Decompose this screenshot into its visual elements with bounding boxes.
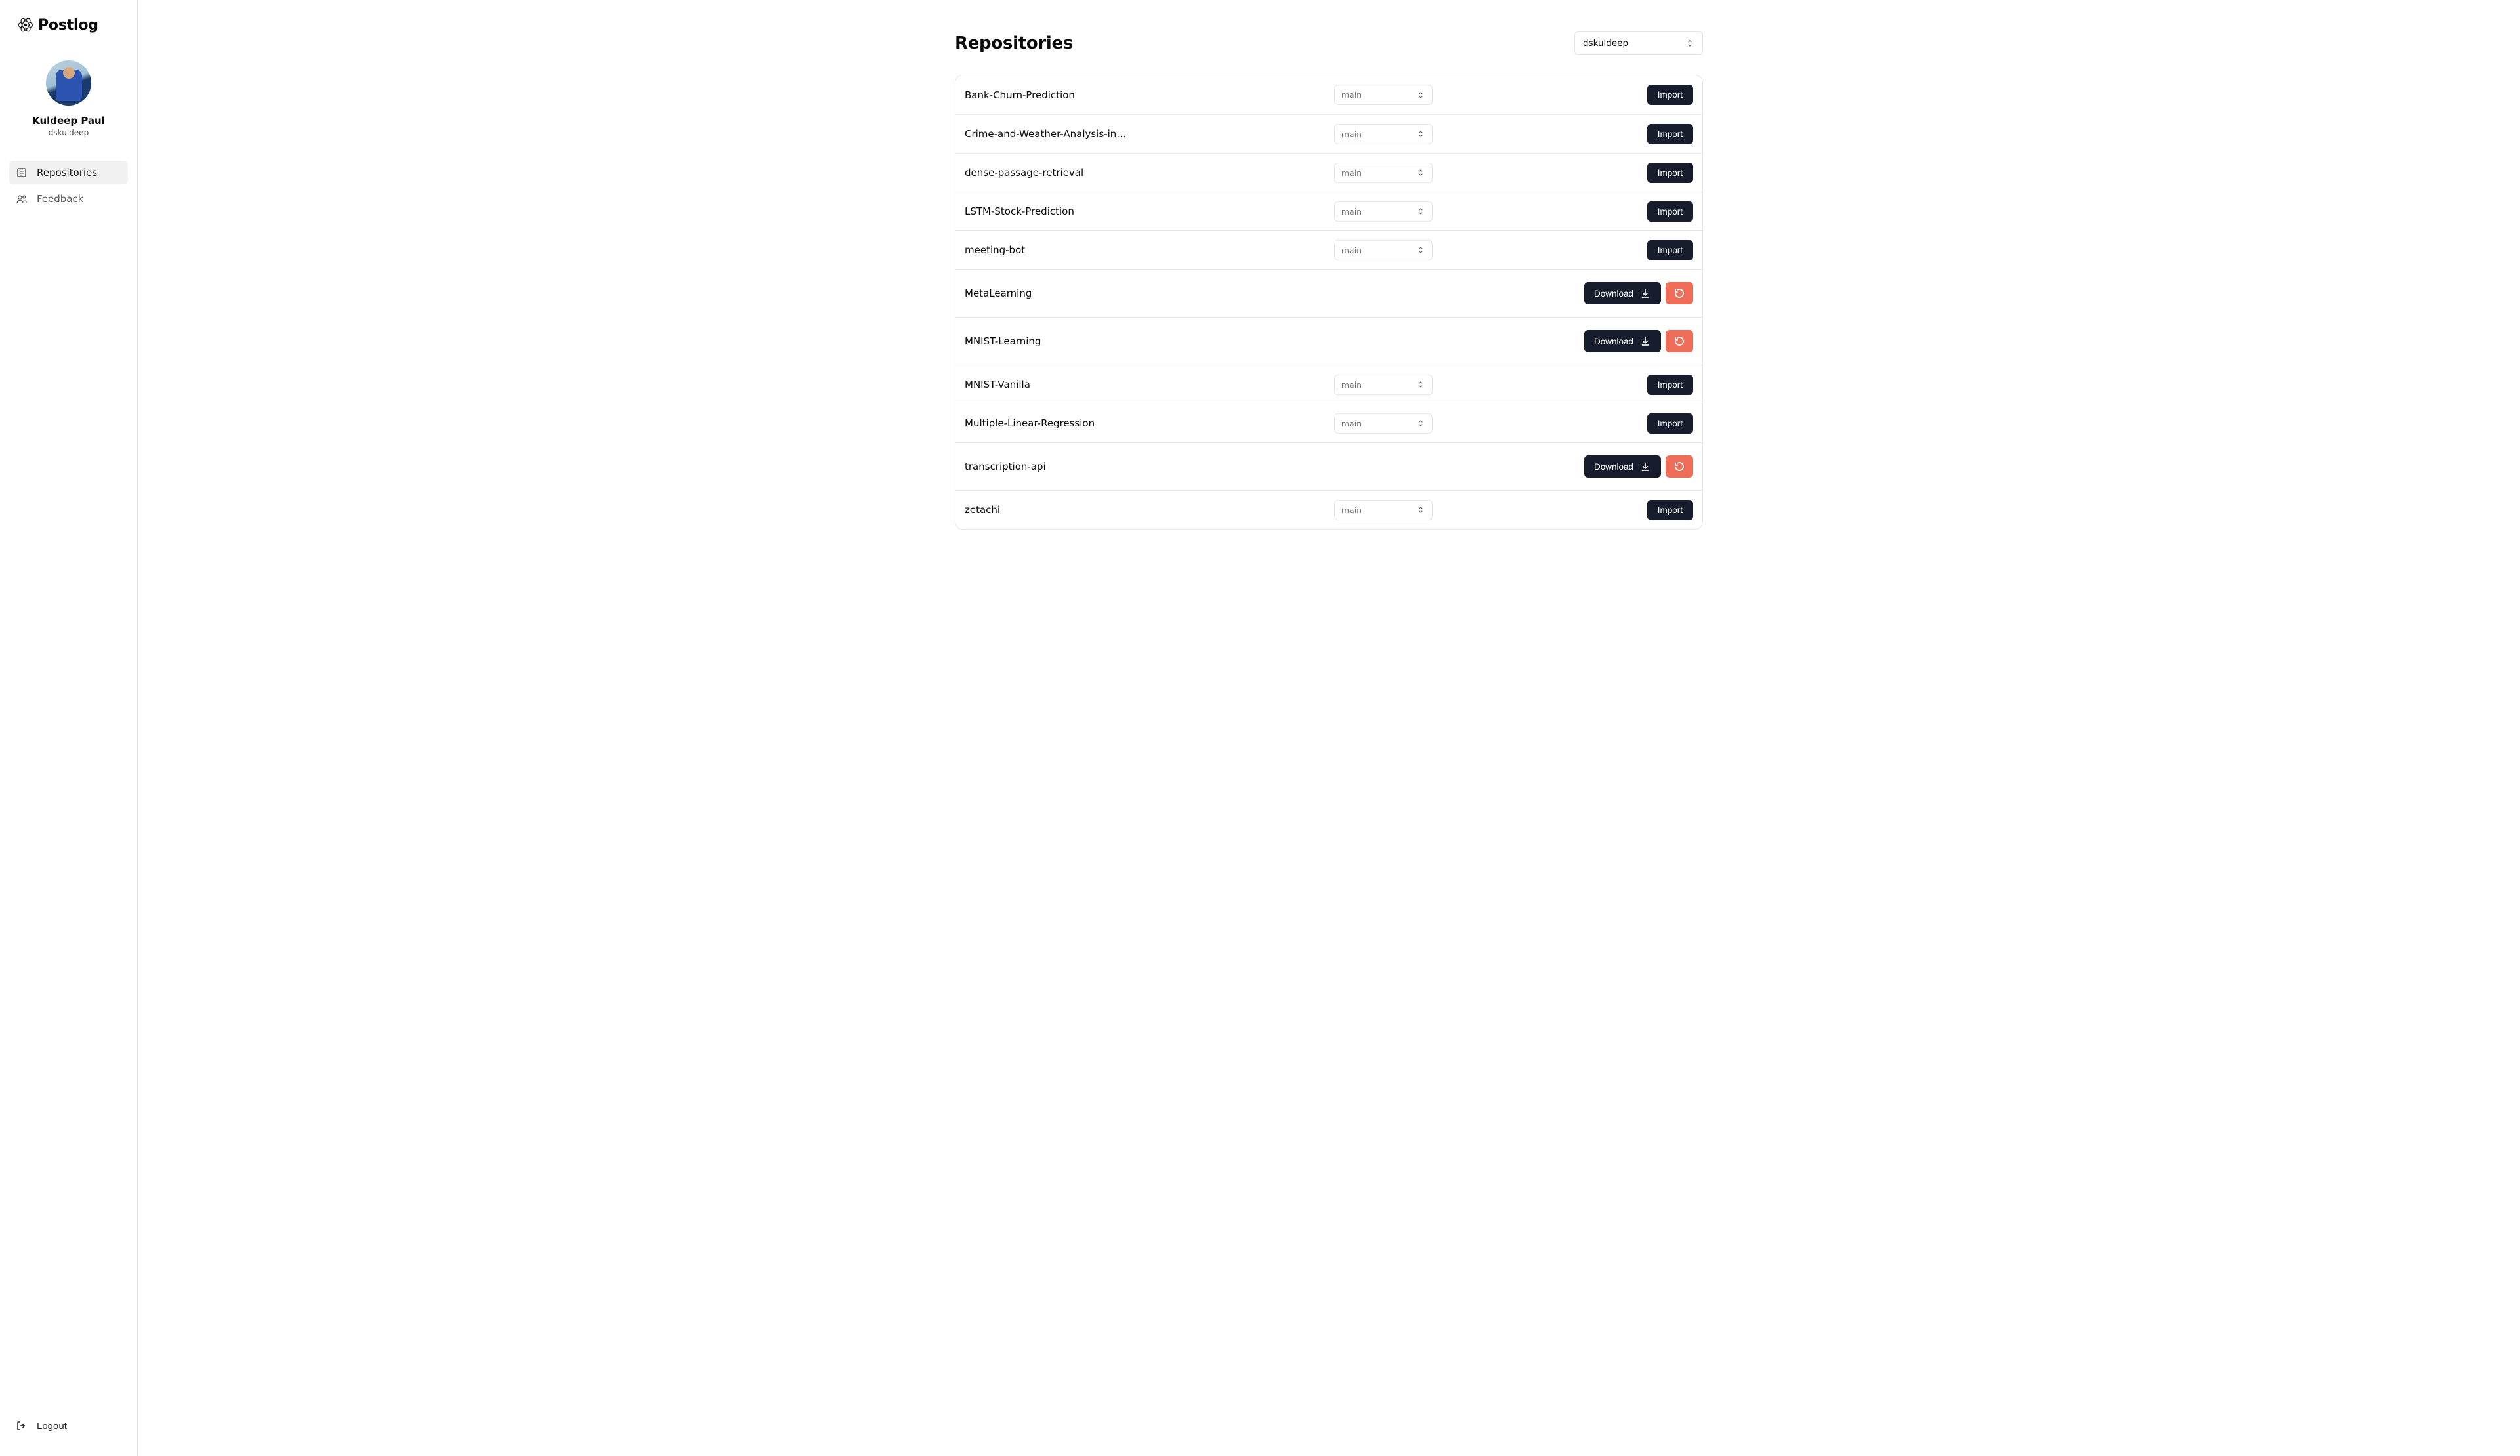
branch-label: main: [1341, 380, 1362, 390]
repo-row: MetaLearning Download: [956, 269, 1702, 317]
repo-name: transcription-api: [965, 461, 1129, 472]
import-button[interactable]: Import: [1647, 500, 1693, 520]
reset-button[interactable]: [1666, 330, 1693, 352]
repositories-icon: [16, 167, 28, 178]
repo-name: MetaLearning: [965, 287, 1129, 299]
user-handle: dskuldeep: [49, 128, 89, 137]
branch-selector[interactable]: main: [1334, 375, 1433, 395]
chevron-updown-icon: [1416, 168, 1425, 177]
chevron-updown-icon: [1416, 245, 1425, 255]
reset-icon: [1673, 461, 1685, 472]
chevron-updown-icon: [1685, 39, 1694, 48]
repo-row: Multiple-Linear-Regression main Import: [956, 404, 1702, 442]
feedback-icon: [16, 193, 28, 205]
brand-logo[interactable]: Postlog: [9, 9, 128, 46]
repo-name: meeting-bot: [965, 244, 1129, 256]
org-selector[interactable]: dskuldeep: [1574, 31, 1703, 55]
branch-label: main: [1341, 168, 1362, 178]
branch-selector[interactable]: main: [1334, 240, 1433, 260]
import-button[interactable]: Import: [1647, 375, 1693, 395]
import-button[interactable]: Import: [1647, 413, 1693, 434]
repo-row: MNIST-Vanilla main Import: [956, 365, 1702, 404]
download-action-group: Download: [1584, 282, 1693, 304]
download-label: Download: [1594, 462, 1633, 472]
download-button[interactable]: Download: [1584, 330, 1661, 352]
brand-text: Postlog: [38, 17, 98, 33]
repo-name: dense-passage-retrieval: [965, 167, 1129, 178]
repo-row: Bank-Churn-Prediction main Import: [956, 75, 1702, 114]
chevron-updown-icon: [1416, 207, 1425, 216]
download-label: Download: [1594, 289, 1633, 299]
download-icon: [1639, 461, 1651, 472]
branch-selector[interactable]: main: [1334, 124, 1433, 144]
repo-name: MNIST-Vanilla: [965, 379, 1129, 390]
branch-label: main: [1341, 245, 1362, 255]
repo-row: zetachi main Import: [956, 490, 1702, 529]
repo-row: transcription-api Download: [956, 442, 1702, 490]
sidebar-item-repositories[interactable]: Repositories: [9, 161, 128, 184]
repository-list: Bank-Churn-PredictionmainImportCrime-and…: [955, 75, 1703, 530]
sidebar-item-label: Repositories: [37, 167, 97, 178]
import-button[interactable]: Import: [1647, 124, 1693, 144]
logo-icon: [17, 9, 34, 41]
branch-selector[interactable]: main: [1334, 201, 1433, 222]
sidebar-nav: Repositories Feedback: [9, 161, 128, 211]
repo-row: MNIST-Learning Download: [956, 317, 1702, 365]
repo-row: Crime-and-Weather-Analysis-in-Col main Imp…: [956, 114, 1702, 153]
download-action-group: Download: [1584, 330, 1693, 352]
reset-button[interactable]: [1666, 282, 1693, 304]
repo-name: LSTM-Stock-Prediction: [965, 205, 1129, 217]
sidebar-item-label: Feedback: [37, 193, 83, 205]
import-button[interactable]: Import: [1647, 85, 1693, 105]
branch-selector[interactable]: main: [1334, 163, 1433, 183]
repo-row: LSTM-Stock-Prediction main Import: [956, 192, 1702, 230]
branch-label: main: [1341, 505, 1362, 515]
repo-row: dense-passage-retrieval main Import: [956, 153, 1702, 192]
branch-label: main: [1341, 207, 1362, 217]
branch-label: main: [1341, 129, 1362, 139]
logout-icon: [16, 1420, 28, 1432]
reset-icon: [1673, 287, 1685, 299]
branch-selector[interactable]: main: [1334, 500, 1433, 520]
logout-button[interactable]: Logout: [10, 1414, 127, 1438]
sidebar-item-feedback[interactable]: Feedback: [9, 187, 128, 211]
download-icon: [1639, 335, 1651, 347]
download-button[interactable]: Download: [1584, 282, 1661, 304]
avatar[interactable]: [46, 60, 91, 106]
repo-name: Multiple-Linear-Regression: [965, 417, 1129, 429]
download-label: Download: [1594, 337, 1633, 346]
branch-selector[interactable]: main: [1334, 85, 1433, 105]
branch-label: main: [1341, 90, 1362, 100]
import-button[interactable]: Import: [1647, 163, 1693, 183]
reset-button[interactable]: [1666, 455, 1693, 478]
repo-name: Crime-and-Weather-Analysis-in-Col: [965, 128, 1129, 140]
import-button[interactable]: Import: [1647, 201, 1693, 222]
page-title: Repositories: [955, 33, 1073, 53]
chevron-updown-icon: [1416, 419, 1425, 428]
sidebar: Postlog Kuldeep Paul dskuldeep Repositor…: [0, 0, 138, 1456]
download-action-group: Download: [1584, 455, 1693, 478]
org-selected-value: dskuldeep: [1583, 38, 1628, 49]
main-content: Repositories dskuldeep Bank-Churn-Predic…: [915, 0, 1742, 1456]
import-button[interactable]: Import: [1647, 240, 1693, 260]
chevron-updown-icon: [1416, 91, 1425, 100]
repo-name: Bank-Churn-Prediction: [965, 89, 1129, 101]
logout-label: Logout: [37, 1421, 67, 1432]
user-display-name: Kuldeep Paul: [32, 115, 105, 127]
chevron-updown-icon: [1416, 129, 1425, 138]
repo-name: zetachi: [965, 504, 1129, 516]
download-button[interactable]: Download: [1584, 455, 1661, 478]
branch-label: main: [1341, 419, 1362, 428]
download-icon: [1639, 287, 1651, 299]
chevron-updown-icon: [1416, 380, 1425, 389]
repo-row: meeting-bot main Import: [956, 230, 1702, 269]
branch-selector[interactable]: main: [1334, 413, 1433, 434]
reset-icon: [1673, 335, 1685, 347]
chevron-updown-icon: [1416, 505, 1425, 514]
repo-name: MNIST-Learning: [965, 335, 1129, 347]
profile-area: Kuldeep Paul dskuldeep: [9, 46, 128, 157]
